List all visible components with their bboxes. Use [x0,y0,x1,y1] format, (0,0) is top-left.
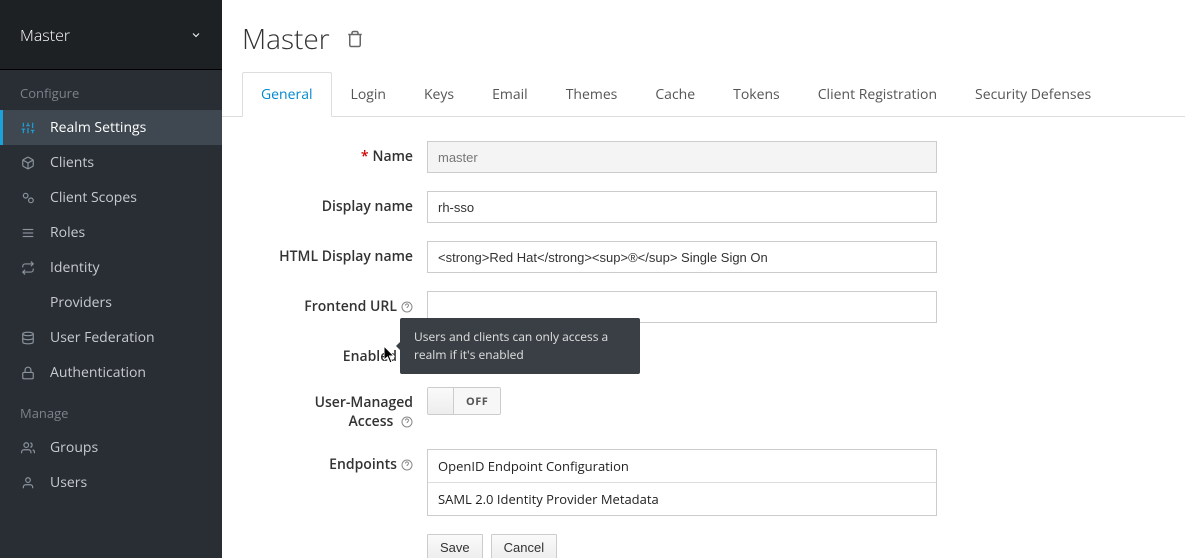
realm-name: Master [20,24,70,46]
toggle-state: OFF [454,388,500,414]
database-icon [20,331,36,345]
label-name: *Name [242,141,427,166]
sidebar-item-users[interactable]: Users [0,465,222,500]
lock-icon [20,366,36,380]
realm-general-form: *Name Display name HTML Display name Fro… [222,117,1185,558]
tab-general[interactable]: General [242,72,332,117]
cancel-button[interactable]: Cancel [491,534,557,558]
trash-icon[interactable] [346,30,364,48]
html-display-name-input[interactable] [427,241,937,273]
endpoint-saml[interactable]: SAML 2.0 Identity Provider Metadata [428,482,936,515]
display-name-input[interactable] [427,191,937,223]
sidebar-item-label: Roles [50,223,85,242]
exchange-icon [20,261,36,275]
page-title: Master [242,20,330,58]
sidebar-item-groups[interactable]: Groups [0,430,222,465]
chevron-down-icon [190,29,202,41]
sidebar-item-label: Groups [50,438,98,457]
sidebar-item-label: Identity [50,258,99,277]
sidebar-item-client-scopes[interactable]: Client Scopes [0,180,222,215]
label-html-display-name: HTML Display name [242,241,427,266]
sidebar-item-roles[interactable]: Roles [0,215,222,250]
sidebar-item-label: Users [50,473,87,492]
tab-themes[interactable]: Themes [547,72,637,117]
sidebar-item-identity-providers[interactable]: Identity [0,250,222,285]
label-endpoints: Endpoints [242,449,427,474]
name-input [427,141,937,173]
sidebar-item-realm-settings[interactable]: Realm Settings [0,110,222,145]
tab-login[interactable]: Login [332,72,405,117]
user-managed-access-toggle[interactable]: OFF [427,387,501,415]
sidebar-item-clients[interactable]: Clients [0,145,222,180]
sidebar: Master Configure Realm Settings Clients … [0,0,222,558]
cube-icon [20,156,36,170]
sidebar-section-configure: Configure [0,70,222,110]
tab-client-registration[interactable]: Client Registration [799,72,956,117]
sidebar-item-label: Clients [50,153,94,172]
label-user-managed-access: User-Managed Access [242,387,427,431]
sidebar-item-identity-providers-line2[interactable]: Providers [0,285,222,320]
help-icon[interactable] [401,459,413,471]
sidebar-item-user-federation[interactable]: User Federation [0,320,222,355]
sidebar-section-manage: Manage [0,390,222,430]
sidebar-item-label: Client Scopes [50,188,137,207]
tab-tokens[interactable]: Tokens [714,72,799,117]
toggle-knob [428,388,454,414]
sidebar-item-authentication[interactable]: Authentication [0,355,222,390]
tooltip-enabled: Users and clients can only access a real… [400,318,640,374]
users-icon [20,441,36,455]
tab-cache[interactable]: Cache [636,72,714,117]
help-icon[interactable] [401,301,413,313]
user-icon [20,476,36,490]
tab-security-defenses[interactable]: Security Defenses [956,72,1110,117]
sidebar-item-label: User Federation [50,328,155,347]
realm-selector[interactable]: Master [0,0,222,70]
sidebar-item-label: Realm Settings [50,118,146,137]
tab-email[interactable]: Email [473,72,547,117]
tab-keys[interactable]: Keys [405,72,473,117]
save-button[interactable]: Save [427,534,483,558]
main-content: Master General Login Keys Email Themes C… [222,0,1185,558]
sidebar-item-label: Authentication [50,363,146,382]
help-icon[interactable] [401,416,413,428]
cogs-icon [20,191,36,205]
label-frontend-url: Frontend URL [242,291,427,316]
label-display-name: Display name [242,191,427,216]
list-icon [20,226,36,240]
endpoint-openid[interactable]: OpenID Endpoint Configuration [428,450,936,482]
page-header: Master [222,10,1185,68]
endpoints-list: OpenID Endpoint Configuration SAML 2.0 I… [427,449,937,516]
tabs: General Login Keys Email Themes Cache To… [222,72,1185,117]
sliders-icon [20,121,36,135]
